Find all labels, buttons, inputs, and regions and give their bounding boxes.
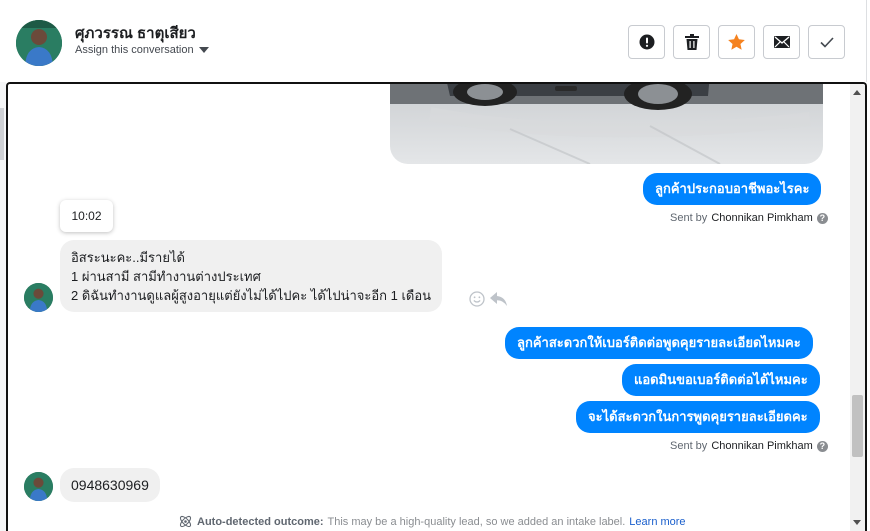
message-line: 2 ดิฉันทำงานดูแลผู้สูงอายุแต่ยังไม่ได้ไป…	[71, 288, 432, 303]
auto-detected-outcome: Auto-detected outcome: This may be a hig…	[178, 514, 686, 529]
conversation-header: ศุภวรรณ ธาตุเสียว Assign this conversati…	[0, 0, 870, 82]
outgoing-message[interactable]: ลูกค้าสะดวกให้เบอร์ติดต่อพูดคุยรายละเอีย…	[505, 327, 813, 359]
scroll-thumb[interactable]	[852, 395, 863, 457]
learn-more-link[interactable]: Learn more	[629, 516, 685, 528]
help-icon[interactable]: ?	[816, 212, 828, 224]
assign-label: Assign this conversation	[75, 44, 194, 56]
contact-avatar[interactable]	[16, 20, 62, 66]
message-line: อิสระนะคะ..มีรายได้	[71, 250, 185, 265]
message-tools	[469, 291, 507, 307]
emoji-reaction-icon[interactable]	[469, 291, 485, 307]
car-photo[interactable]	[390, 84, 823, 164]
incoming-message[interactable]: อิสระนะคะ..มีรายได้ 1 ผ่านสามี สามีทำงาน…	[60, 240, 443, 312]
sender-name: Chonnikan Pimkham	[711, 212, 813, 224]
sent-by-label: Sent by	[670, 440, 708, 452]
outgoing-message[interactable]: จะได้สะดวกในการพูดคุยรายละเอียดคะ	[576, 401, 820, 433]
header-right-border	[866, 0, 867, 82]
caret-down-icon	[198, 47, 209, 53]
contact-avatar-small[interactable]	[24, 283, 53, 312]
contact-avatar-small[interactable]	[24, 472, 53, 501]
contact-name: ศุภวรรณ ธาตุเสียว	[75, 25, 196, 42]
left-scroll-thumb[interactable]	[0, 108, 4, 160]
delete-button[interactable]	[673, 25, 710, 59]
outcome-label: Auto-detected outcome:	[197, 515, 324, 528]
envelope-icon	[773, 36, 790, 48]
scroll-up-arrow-icon[interactable]	[853, 90, 861, 95]
report-button[interactable]	[628, 25, 665, 59]
sent-by-info: Sent by Chonnikan Pimkham ?	[670, 212, 828, 224]
scroll-down-arrow-icon[interactable]	[853, 520, 861, 525]
conversation-actions	[628, 25, 845, 59]
message-line: 1 ผ่านสามี สามีทำงานต่างประเทศ	[71, 269, 261, 284]
reply-icon[interactable]	[490, 292, 507, 306]
mark-unread-button[interactable]	[763, 25, 800, 59]
sent-by-label: Sent by	[670, 212, 708, 224]
thread-scrollbar[interactable]	[850, 84, 865, 531]
incoming-message[interactable]: 0948630969	[60, 468, 160, 502]
outgoing-message[interactable]: ลูกค้าประกอบอาชีพอะไรคะ	[643, 173, 822, 205]
outcome-text: This may be a high-quality lead, so we a…	[327, 515, 626, 528]
mark-done-button[interactable]	[808, 25, 845, 59]
sender-name: Chonnikan Pimkham	[711, 440, 813, 452]
star-icon	[728, 34, 745, 50]
exclamation-circle-icon	[639, 34, 654, 50]
trash-icon	[684, 34, 699, 50]
outgoing-message[interactable]: แอดมินขอเบอร์ติดต่อได้ไหมคะ	[622, 364, 820, 396]
atom-icon	[179, 515, 192, 528]
help-icon[interactable]: ?	[816, 440, 828, 452]
sent-by-info: Sent by Chonnikan Pimkham ?	[670, 440, 828, 452]
message-timestamp: 10:02	[60, 200, 113, 232]
assign-conversation-dropdown[interactable]: Assign this conversation	[75, 44, 209, 56]
message-thread: ลูกค้าประกอบอาชีพอะไรคะ Sent by Chonnika…	[6, 82, 867, 531]
check-icon	[819, 36, 834, 48]
star-button[interactable]	[718, 25, 755, 59]
